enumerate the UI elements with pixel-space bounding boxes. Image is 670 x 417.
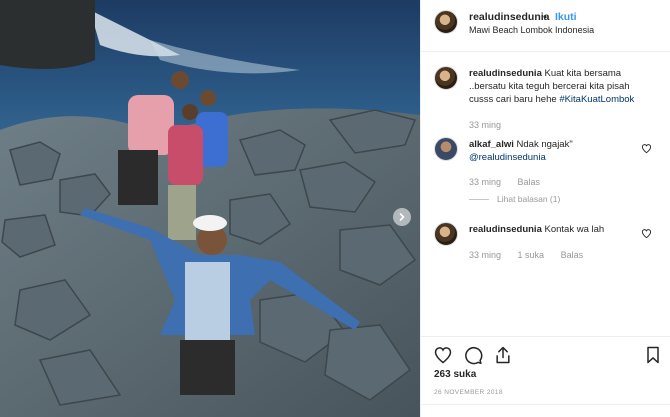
header-separator: • <box>543 11 547 23</box>
post-side-panel: realudinsedunia • Ikuti Mawi Beach Lombo… <box>420 0 670 417</box>
comment-meta: 33 ming 1 suka Balas <box>469 250 597 260</box>
view-replies-button[interactable]: Lihat balasan (1) <box>469 194 560 204</box>
comment-time[interactable]: 33 ming <box>469 250 501 260</box>
author-username-link[interactable]: realudinsedunia <box>469 11 550 23</box>
reply-button[interactable]: Balas <box>518 177 541 187</box>
commenter-avatar[interactable] <box>434 222 458 246</box>
caption-avatar[interactable] <box>434 66 458 90</box>
share-icon[interactable] <box>493 345 513 365</box>
post-header: realudinsedunia • Ikuti Mawi Beach Lombo… <box>421 0 670 52</box>
instagram-post: realudinsedunia • Ikuti Mawi Beach Lombo… <box>0 0 670 417</box>
bookmark-icon[interactable] <box>643 345 663 365</box>
post-actions-bar <box>421 336 670 368</box>
heart-icon[interactable] <box>433 345 453 365</box>
mention-link[interactable]: @realudinsedunia <box>469 152 546 163</box>
post-date[interactable]: 26 NOVEMBER 2018 <box>434 389 503 396</box>
comment-time[interactable]: 33 ming <box>469 177 501 187</box>
beach-photo-image <box>0 0 420 417</box>
next-photo-button[interactable] <box>393 208 411 226</box>
post-photo[interactable] <box>0 0 420 417</box>
hashtag-link[interactable]: #KitaKuatLombok <box>559 94 634 105</box>
comment-text: Kontak wa lah <box>544 224 605 235</box>
comment-meta: 33 ming Balas <box>469 177 554 187</box>
comment-text-block: realudinsedunia Kontak wa lah <box>469 223 647 236</box>
caption-time[interactable]: 33 ming <box>469 120 501 130</box>
commenter-username-link[interactable]: realudinsedunia <box>469 224 542 235</box>
chevron-right-icon <box>399 213 405 221</box>
caption-text-block: realudinsedunia Kuat kita bersama ..bers… <box>469 67 647 106</box>
comment-text-block: alkaf_alwi Ndak ngajak" @realudinsedunia <box>469 138 647 164</box>
location-link[interactable]: Mawi Beach Lombok Indonesia <box>469 25 594 35</box>
divider <box>421 404 670 405</box>
replies-divider <box>469 198 489 200</box>
commenter-username-link[interactable]: alkaf_alwi <box>469 139 514 150</box>
comment-text: Ndak ngajak" <box>516 139 573 150</box>
follow-button[interactable]: Ikuti <box>555 11 577 23</box>
likes-count[interactable]: 263 suka <box>434 369 476 380</box>
author-avatar[interactable] <box>434 10 458 34</box>
caption-meta: 33 ming <box>469 120 515 130</box>
reply-button[interactable]: Balas <box>561 250 584 260</box>
comment-like-heart-icon[interactable] <box>641 228 652 239</box>
caption-username-link[interactable]: realudinsedunia <box>469 68 542 79</box>
comment-icon[interactable] <box>463 345 483 365</box>
view-replies-label: Lihat balasan (1) <box>497 194 561 204</box>
comment-like-heart-icon[interactable] <box>641 143 652 154</box>
commenter-avatar[interactable] <box>434 137 458 161</box>
comment-likes[interactable]: 1 suka <box>518 250 545 260</box>
